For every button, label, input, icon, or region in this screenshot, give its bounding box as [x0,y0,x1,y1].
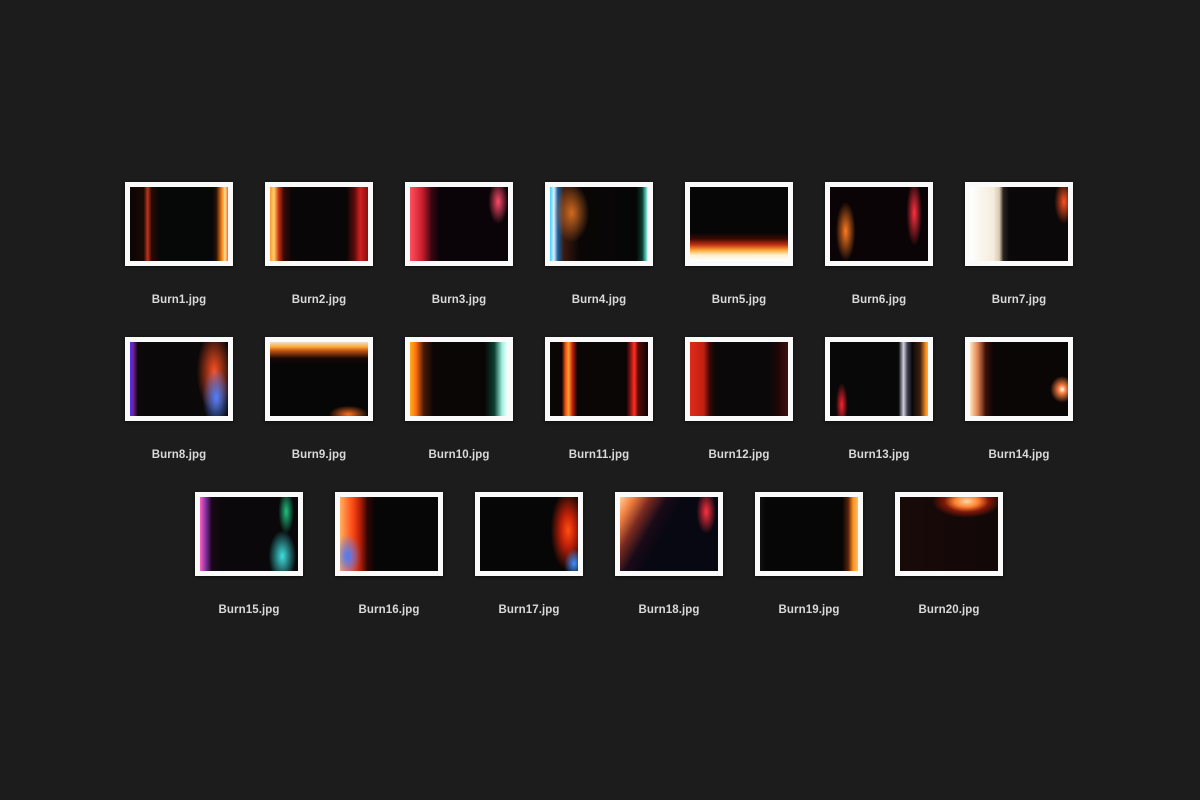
file-item-burn20[interactable]: Burn20.jpg [879,492,1019,632]
file-name-label: Burn10.jpg [428,449,490,461]
thumbnail-burn19 [755,492,863,576]
thumbnail-burn2 [265,182,373,266]
file-name-label: Burn1.jpg [151,294,207,306]
file-name-label: Burn8.jpg [151,449,207,461]
file-name-label: Burn13.jpg [848,449,910,461]
file-item-burn2[interactable]: Burn2.jpg [249,182,389,322]
file-grid: Burn1.jpg Burn2.jpg Burn3.jpg Burn4.jpg … [0,0,1200,800]
thumbnail-burn18 [615,492,723,576]
file-name-label: Burn4.jpg [571,294,627,306]
file-item-burn9[interactable]: Burn9.jpg [249,337,389,477]
thumbnail-burn17 [475,492,583,576]
file-name-label: Burn11.jpg [568,449,630,461]
file-item-burn17[interactable]: Burn17.jpg [459,492,599,632]
file-item-burn8[interactable]: Burn8.jpg [109,337,249,477]
thumbnail-burn8 [125,337,233,421]
thumbnail-burn10 [405,337,513,421]
file-name-label: Burn2.jpg [291,294,347,306]
thumbnail-burn20 [895,492,1003,576]
file-name-label: Burn18.jpg [638,604,700,616]
file-name-label: Burn3.jpg [431,294,487,306]
file-name-label: Burn9.jpg [291,449,347,461]
file-name-label: Burn17.jpg [498,604,560,616]
file-item-burn1[interactable]: Burn1.jpg [109,182,249,322]
file-item-burn10[interactable]: Burn10.jpg [389,337,529,477]
thumbnail-burn3 [405,182,513,266]
file-item-burn13[interactable]: Burn13.jpg [809,337,949,477]
file-item-burn19[interactable]: Burn19.jpg [739,492,879,632]
file-item-burn14[interactable]: Burn14.jpg [949,337,1089,477]
file-item-burn3[interactable]: Burn3.jpg [389,182,529,322]
file-name-label: Burn6.jpg [851,294,907,306]
file-item-burn7[interactable]: Burn7.jpg [949,182,1089,322]
thumbnail-burn11 [545,337,653,421]
file-name-label: Burn14.jpg [988,449,1050,461]
file-name-label: Burn12.jpg [708,449,770,461]
file-name-label: Burn15.jpg [218,604,280,616]
thumbnail-burn4 [545,182,653,266]
file-item-burn18[interactable]: Burn18.jpg [599,492,739,632]
thumbnail-burn6 [825,182,933,266]
file-name-label: Burn5.jpg [711,294,767,306]
file-item-burn16[interactable]: Burn16.jpg [319,492,459,632]
file-name-label: Burn19.jpg [778,604,840,616]
thumbnail-burn16 [335,492,443,576]
file-item-burn11[interactable]: Burn11.jpg [529,337,669,477]
file-item-burn4[interactable]: Burn4.jpg [529,182,669,322]
thumbnail-burn12 [685,337,793,421]
thumbnail-burn9 [265,337,373,421]
thumbnail-burn15 [195,492,303,576]
file-item-burn5[interactable]: Burn5.jpg [669,182,809,322]
file-item-burn15[interactable]: Burn15.jpg [179,492,319,632]
thumbnail-burn1 [125,182,233,266]
file-item-burn6[interactable]: Burn6.jpg [809,182,949,322]
thumbnail-burn13 [825,337,933,421]
file-name-label: Burn7.jpg [991,294,1047,306]
thumbnail-burn14 [965,337,1073,421]
file-name-label: Burn20.jpg [918,604,980,616]
file-name-label: Burn16.jpg [358,604,420,616]
file-item-burn12[interactable]: Burn12.jpg [669,337,809,477]
thumbnail-burn7 [965,182,1073,266]
thumbnail-burn5 [685,182,793,266]
